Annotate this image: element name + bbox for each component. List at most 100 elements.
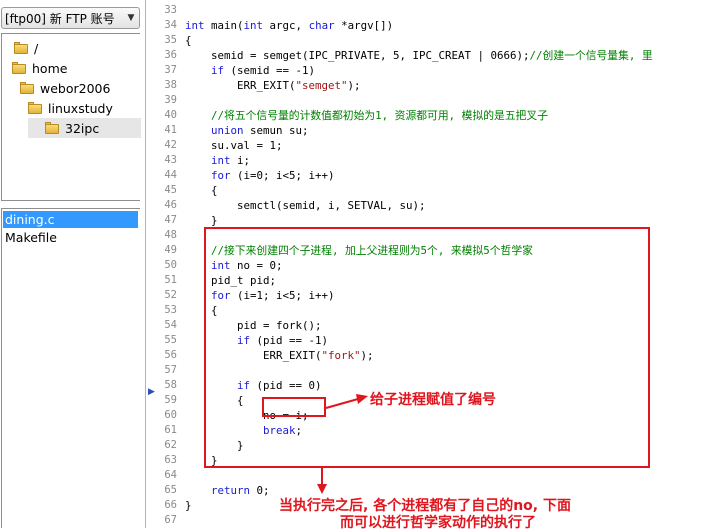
- code-token: if: [211, 64, 225, 77]
- code-token: 0;: [250, 484, 270, 497]
- code-token: char: [308, 19, 335, 32]
- line-number: 66: [164, 499, 177, 511]
- tree-item-32ipc[interactable]: 32ipc: [28, 118, 141, 138]
- code-line: }: [185, 498, 192, 513]
- code-token: argc,: [263, 19, 309, 32]
- line-number: 58: [164, 379, 177, 391]
- line-number: 63: [164, 454, 177, 466]
- code-line: {: [185, 183, 218, 198]
- line-number: 51: [164, 274, 177, 286]
- line-number: 64: [164, 469, 177, 481]
- current-line-marker-icon: ▶: [148, 387, 155, 397]
- highlight-box-assign: [262, 397, 326, 417]
- code-token: "semget": [295, 79, 348, 92]
- chevron-down-icon[interactable]: ▼: [123, 8, 139, 28]
- code-token: main(: [204, 19, 244, 32]
- annotation-bottom-line2: 而可以进行哲学家动作的执行了: [340, 515, 536, 531]
- file-item-dining-c[interactable]: dining.c: [3, 211, 138, 228]
- tree-item-linuxstudy[interactable]: linuxstudy: [2, 98, 113, 118]
- code-token: //创建一个信号量集, 里: [529, 49, 653, 62]
- line-number: 38: [164, 79, 177, 91]
- code-token: int: [243, 19, 264, 32]
- code-line: if (semid == -1): [185, 63, 315, 78]
- line-number: 61: [164, 424, 177, 436]
- line-number: 44: [164, 169, 177, 181]
- folder-icon: [45, 122, 59, 134]
- code-token: union: [211, 124, 244, 137]
- line-number: 56: [164, 349, 177, 361]
- code-line: semid = semget(IPC_PRIVATE, 5, IPC_CREAT…: [185, 48, 653, 63]
- code-token: for: [211, 169, 231, 182]
- code-token: i;: [230, 154, 251, 167]
- code-token: *argv[]): [334, 19, 394, 32]
- code-line: semctl(semid, i, SETVAL, su);: [185, 198, 426, 213]
- file-item-Makefile[interactable]: Makefile: [3, 229, 138, 246]
- code-line: for (i=0; i<5; i++): [185, 168, 335, 183]
- tree-item-home[interactable]: home: [2, 58, 67, 78]
- tree-item-root[interactable]: /: [2, 38, 38, 58]
- line-number: 45: [164, 184, 177, 196]
- file-list: dining.c Makefile: [1, 208, 140, 528]
- line-number: 62: [164, 439, 177, 451]
- code-line: union semun su;: [185, 123, 309, 138]
- line-number: 43: [164, 154, 177, 166]
- code-token: (i=0; i<5; i++): [230, 169, 335, 182]
- line-number: 65: [164, 484, 177, 496]
- line-number: 33: [164, 4, 177, 16]
- line-number: 53: [164, 304, 177, 316]
- code-token: {: [185, 184, 218, 197]
- code-token: semid = semget(IPC_PRIVATE, 5, IPC_CREAT…: [185, 49, 530, 62]
- tree-item-label: linuxstudy: [48, 100, 113, 116]
- line-number: 36: [164, 49, 177, 61]
- folder-icon: [28, 102, 42, 114]
- code-token: }: [185, 499, 192, 512]
- code-line: su.val = 1;: [185, 138, 283, 153]
- code-token: }: [185, 214, 218, 227]
- left-panel: [ftp00] 新 FTP 账号 ▼ / home webor2006 linuxst…: [0, 0, 145, 528]
- code-token: );: [347, 79, 361, 92]
- line-number: 48: [164, 229, 177, 241]
- annotation-label: 给子进程赋值了编号: [370, 392, 496, 408]
- line-number: 55: [164, 334, 177, 346]
- code-line: {: [185, 33, 192, 48]
- line-number: 57: [164, 364, 177, 376]
- arrow-down-head: [317, 484, 327, 494]
- tree-item-label: webor2006: [40, 80, 111, 96]
- ftp-account-select[interactable]: [ftp00] 新 FTP 账号 ▼: [1, 7, 140, 29]
- line-number: 47: [164, 214, 177, 226]
- tree-item-webor2006[interactable]: webor2006: [2, 78, 110, 98]
- code-token: int: [211, 154, 231, 167]
- line-number: 35: [164, 34, 177, 46]
- code-line: int main(int argc, char *argv[]): [185, 18, 393, 33]
- tree-item-label: 32ipc: [65, 120, 100, 136]
- line-number: 46: [164, 199, 177, 211]
- code-token: semctl(semid, i, SETVAL, su);: [185, 199, 426, 212]
- folder-icon: [14, 42, 28, 54]
- line-number: 67: [164, 514, 177, 526]
- code-token: su.val = 1;: [185, 139, 283, 152]
- ftp-account-label: [ftp00] 新 FTP 账号: [5, 11, 115, 26]
- code-line: return 0;: [185, 483, 270, 498]
- line-number: 59: [164, 394, 177, 406]
- code-line: int i;: [185, 153, 250, 168]
- tree-item-label: home: [32, 60, 68, 76]
- line-number: 50: [164, 259, 177, 271]
- highlight-box-outer: [204, 227, 650, 468]
- line-number: 37: [164, 64, 177, 76]
- folder-icon: [20, 82, 34, 94]
- code-token: //将五个信号量的计数值都初始为1, 资源都可用, 模拟的是五把叉子: [211, 109, 549, 122]
- line-number: 54: [164, 319, 177, 331]
- line-number: 40: [164, 109, 177, 121]
- line-number: 52: [164, 289, 177, 301]
- code-token: ERR_EXIT(: [185, 79, 296, 92]
- tree-item-label: /: [34, 40, 39, 56]
- code-line: ERR_EXIT("semget");: [185, 78, 361, 93]
- line-number: 60: [164, 409, 177, 421]
- line-number: 49: [164, 244, 177, 256]
- folder-tree: / home webor2006 linuxstudy 32ipc: [1, 33, 141, 201]
- code-token: return: [211, 484, 251, 497]
